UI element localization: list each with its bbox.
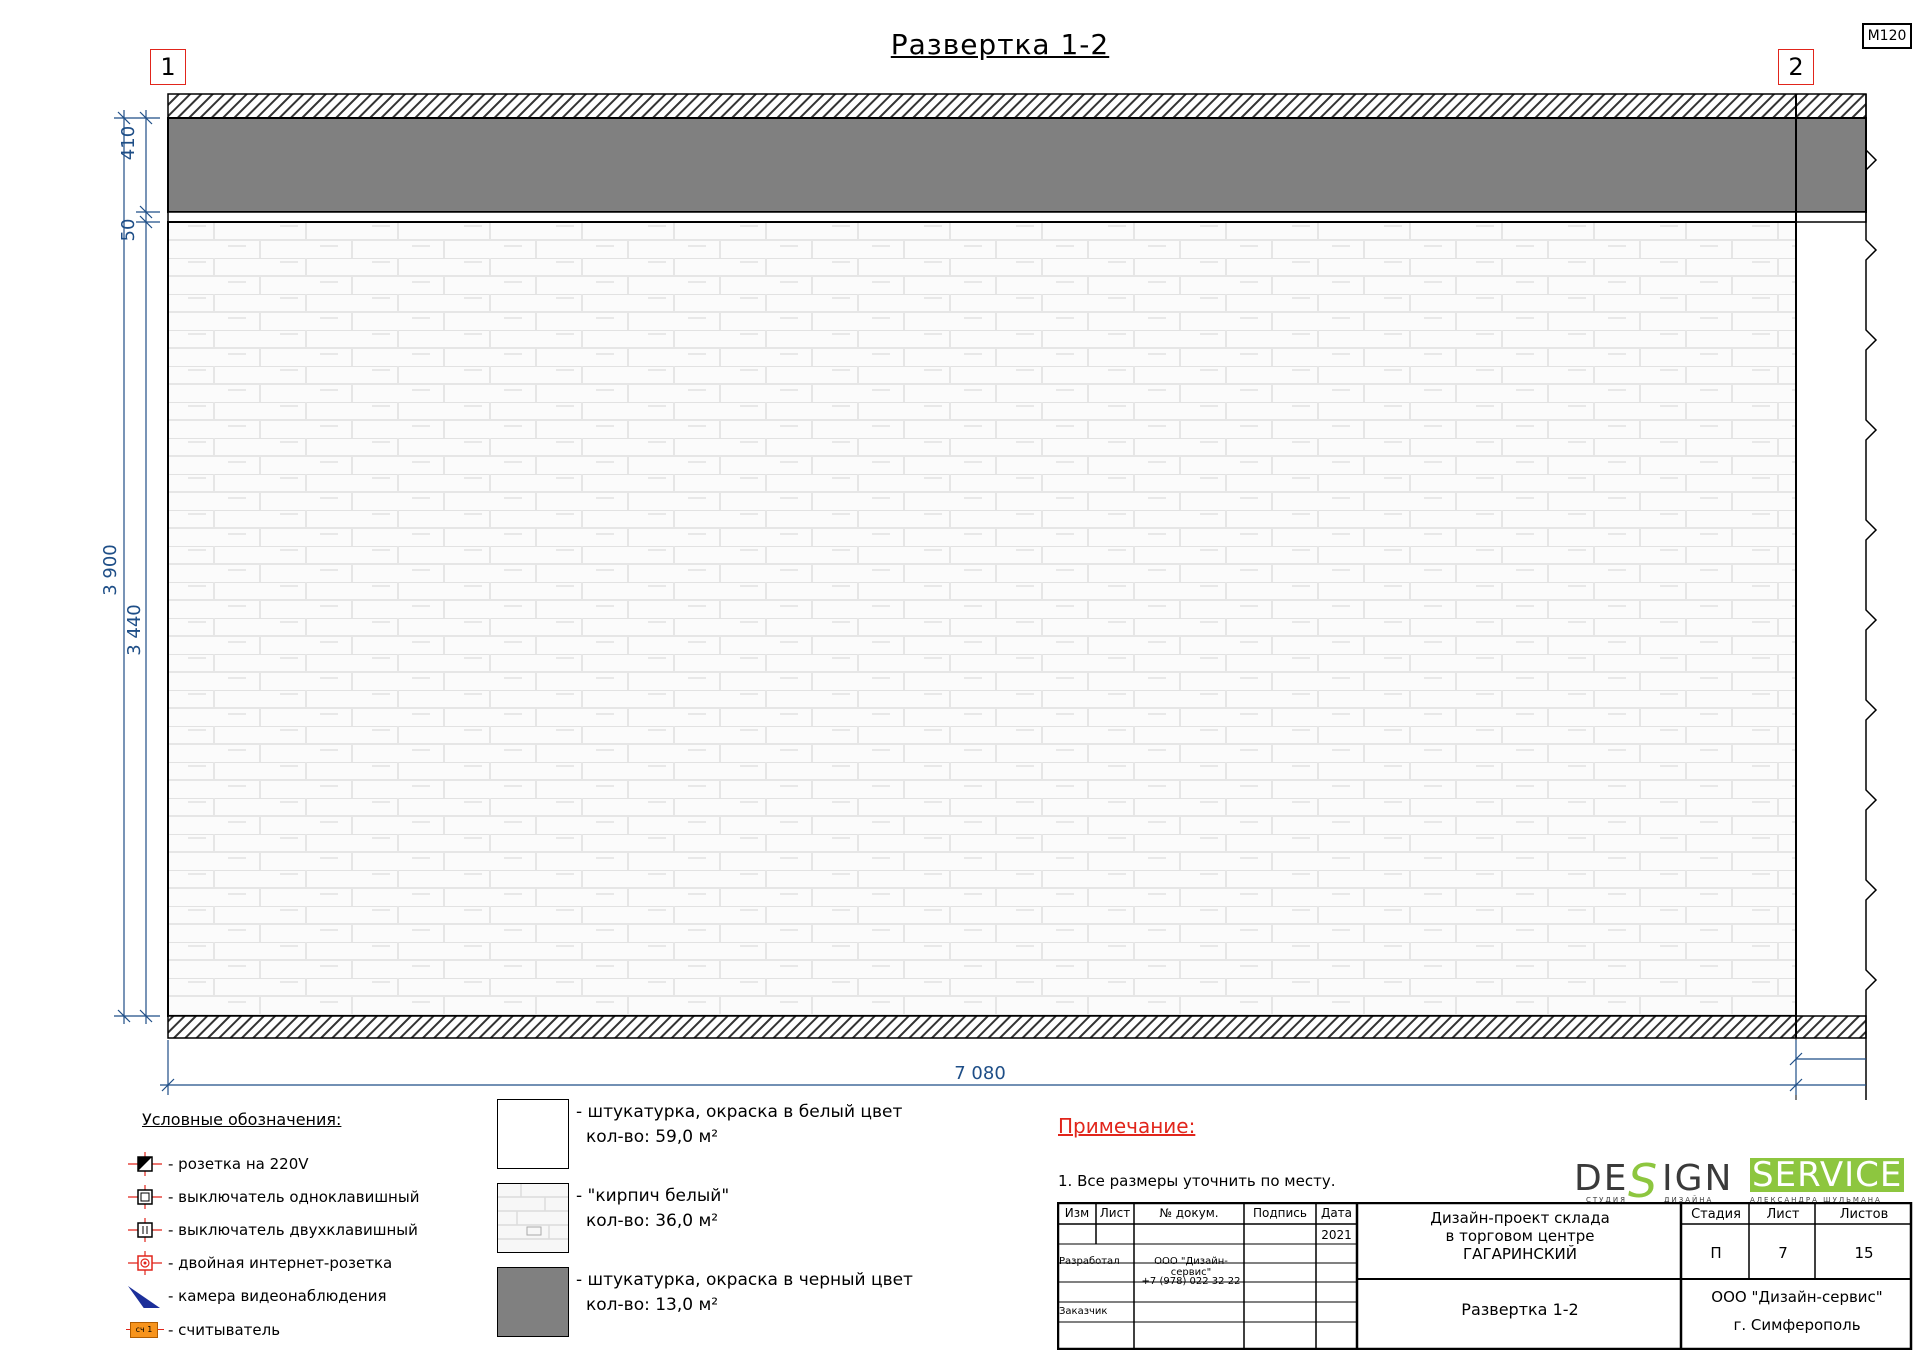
legend-label: - выключатель двухклавишный xyxy=(168,1221,418,1239)
dim-50: 50 xyxy=(118,218,139,242)
project-line: Дизайн-проект склада xyxy=(1430,1209,1610,1227)
legend-label: - камера видеонаблюдения xyxy=(168,1287,387,1305)
material-qty: кол-во: 36,0 м² xyxy=(586,1211,719,1231)
stamp-sheets-total: 15 xyxy=(1854,1244,1874,1262)
project-line: ГАГАРИНСКИЙ xyxy=(1463,1245,1577,1263)
switch-single-icon xyxy=(128,1185,162,1209)
reader-icon: сч 1 xyxy=(126,1318,164,1342)
dim-3440: 3 440 xyxy=(124,604,145,656)
camera-icon: cam xyxy=(128,1286,160,1308)
stamp-sheet-title: Развертка 1-2 xyxy=(1461,1300,1579,1319)
switch-double-icon xyxy=(128,1218,162,1242)
stamp-header-list: Лист xyxy=(1099,1206,1131,1220)
legend-label: - двойная интернет-розетка xyxy=(168,1254,393,1272)
material-swatch-black-plaster xyxy=(497,1267,569,1337)
stamp-phone: +7 (978) 022 32 22 xyxy=(1141,1276,1241,1287)
stamp-sheets-label: Листов xyxy=(1839,1207,1889,1222)
stamp-developer: ООО "Дизайн-сервис" xyxy=(1154,1256,1228,1278)
stamp-header-sign: Подпись xyxy=(1253,1206,1307,1220)
internet-socket-icon xyxy=(128,1251,162,1275)
note-item: 1. Все размеры уточнить по месту. xyxy=(1058,1172,1336,1190)
material-text: - штукатурка, окраска в черный цвет кол-… xyxy=(576,1268,913,1318)
company-logo: DE S IGN SERVICE СТУДИЯ ДИЗАЙНА АЛЕКСАНД… xyxy=(1574,1154,1908,1208)
dim-410: 410 xyxy=(118,125,139,161)
legend-title: Условные обозначения: xyxy=(142,1110,342,1129)
stamp-stage-label: Стадия xyxy=(1691,1207,1741,1222)
material-text: - "кирпич белый" кол-во: 36,0 м² xyxy=(576,1184,729,1234)
project-line: в торговом центре xyxy=(1445,1227,1595,1245)
notes-title: Примечание: xyxy=(1058,1114,1196,1138)
material-swatch-white-brick xyxy=(497,1183,569,1253)
logo-text: SERVICE xyxy=(1750,1155,1905,1195)
dim-7080: 7 080 xyxy=(954,1063,1006,1084)
legend-label: - розетка на 220V xyxy=(168,1155,309,1173)
legend-label: - считыватель xyxy=(168,1321,281,1339)
material-qty: кол-во: 13,0 м² xyxy=(586,1295,719,1315)
legend-item: - розетка на 220V xyxy=(126,1152,309,1176)
material-line: - "кирпич белый" xyxy=(576,1186,730,1206)
material-line: - штукатурка, окраска в белый цвет xyxy=(576,1102,903,1122)
floor-slab-hatch xyxy=(167,1015,1867,1039)
socket-220v-icon xyxy=(128,1152,162,1176)
material-line: - штукатурка, окраска в черный цвет xyxy=(576,1270,913,1290)
frieze-strip xyxy=(167,211,1867,223)
break-line xyxy=(1865,94,1878,1100)
stamp-project: Дизайн-проект склада в торговом центре Г… xyxy=(1358,1209,1682,1263)
stamp-header-ndoc: № докум. xyxy=(1159,1206,1219,1220)
legend-item: - выключатель одноклавишный xyxy=(126,1185,419,1209)
page-title: Развертка 1-2 xyxy=(890,28,1110,61)
legend-item: сч 1 - считыватель xyxy=(126,1318,280,1342)
stamp-company: ООО "Дизайн-сервис" xyxy=(1711,1288,1883,1306)
material-swatch-white-plaster xyxy=(497,1099,569,1169)
stamp-developed-label: Разработал xyxy=(1059,1256,1120,1267)
legend-item: - выключатель двухклавишный xyxy=(126,1218,418,1242)
top-slab-hatch xyxy=(167,93,1867,119)
legend-item: cam - камера видеонаблюдения xyxy=(126,1284,386,1308)
legend-label: - выключатель одноклавишный xyxy=(168,1188,420,1206)
stamp-sheet-label: Лист xyxy=(1766,1207,1800,1222)
stamp-customer-label: Заказчик xyxy=(1059,1306,1108,1317)
reader-tag: сч 1 xyxy=(130,1322,158,1338)
logo-text: DE xyxy=(1574,1158,1629,1199)
stamp-city: г. Симферополь xyxy=(1733,1316,1861,1334)
white-brick-wall xyxy=(167,221,1797,1017)
logo-text: S xyxy=(1628,1154,1658,1208)
legend-item: - двойная интернет-розетка xyxy=(126,1251,392,1275)
scale-badge: М120 xyxy=(1862,23,1912,49)
axis-marker-2: 2 xyxy=(1778,49,1814,85)
stamp-header-date: Дата xyxy=(1320,1206,1353,1220)
svg-text:cam: cam xyxy=(148,1307,159,1308)
dim-3900: 3 900 xyxy=(100,544,121,596)
material-text: - штукатурка, окраска в белый цвет кол-в… xyxy=(576,1100,902,1150)
stamp-year: 2021 xyxy=(1321,1228,1352,1242)
axis-marker-1: 1 xyxy=(150,49,186,85)
drawing-sheet: Развертка 1-2 М120 1 2 410 50 3 440 3 90… xyxy=(0,0,1920,1358)
logo-text: IGN xyxy=(1662,1158,1734,1199)
stamp-header-izm: Изм xyxy=(1064,1206,1090,1220)
stamp-stage: П xyxy=(1710,1244,1722,1262)
black-plaster-band xyxy=(167,117,1867,213)
material-qty: кол-во: 59,0 м² xyxy=(586,1127,719,1147)
stamp-sheet-number: 7 xyxy=(1778,1244,1788,1262)
